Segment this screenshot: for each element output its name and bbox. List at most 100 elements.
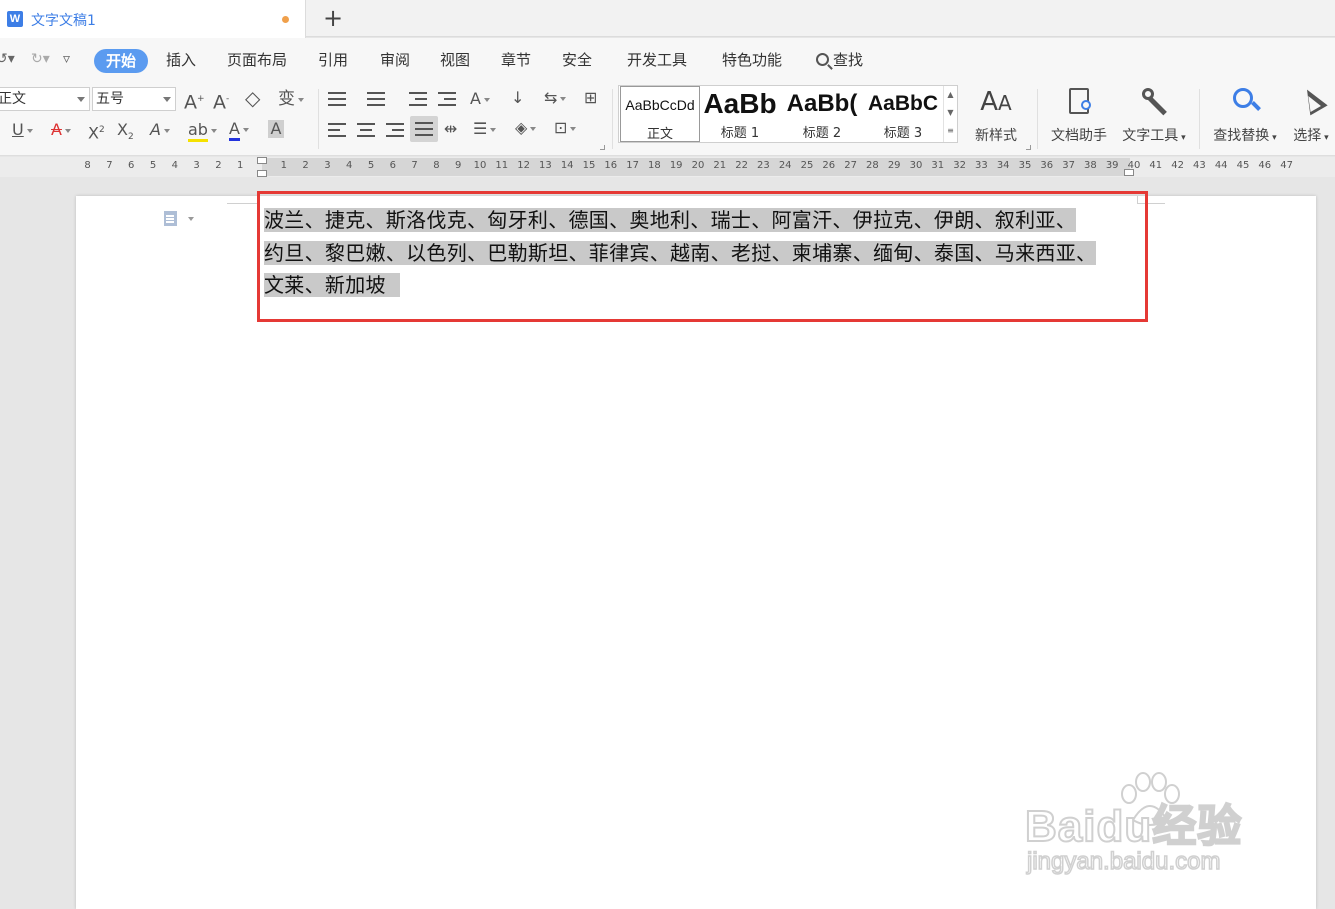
style-normal[interactable]: AaBbCcDd 正文	[620, 86, 700, 142]
font-color-icon[interactable]: A	[229, 119, 249, 141]
ruler-tick-label: 10	[473, 160, 487, 171]
new-style-button[interactable]: AA 新样式	[966, 86, 1026, 145]
ruler-tick-label: 32	[953, 160, 966, 171]
font-name-combo[interactable]: 正文	[0, 87, 90, 111]
superscript-icon[interactable]: X2	[88, 120, 105, 143]
ruler-tick-label: 35	[1018, 160, 1032, 171]
unsaved-dot-icon	[282, 16, 289, 23]
borders-icon[interactable]: ⊡	[554, 118, 578, 138]
wrench-icon	[1138, 86, 1170, 118]
chevron-up-icon[interactable]: ▲	[944, 86, 957, 104]
style-heading-3[interactable]: AaBbC 标题 3	[863, 86, 943, 142]
menu-home[interactable]: 开始	[94, 49, 149, 73]
ruler-tick-label: 3	[193, 160, 200, 171]
menu-chapter[interactable]: 章节	[501, 49, 531, 73]
line-spacing-icon[interactable]: ☰	[473, 119, 497, 139]
distributed-align-icon[interactable]: ⇹	[444, 119, 457, 139]
align-right-icon[interactable]	[386, 123, 404, 137]
ruler-tick-label: 2	[302, 160, 309, 171]
left-indent-marker[interactable]	[257, 170, 267, 177]
fill-color-icon[interactable]: ◈	[515, 118, 537, 138]
font-size-combo[interactable]: 五号	[92, 87, 176, 111]
ruler-tick-label: 41	[1149, 160, 1163, 171]
horizontal-ruler[interactable]: 8 7 6 5 4 3 2 1 1 2 3 4 5 6 7 8 9 10 11 12 13 14 15 16 17 18 19 20 2…	[0, 157, 1335, 177]
style-heading-2[interactable]: AaBb( 标题 2	[782, 86, 862, 142]
new-tab-button[interactable]: +	[318, 5, 348, 33]
align-left-icon[interactable]	[328, 123, 346, 137]
increase-indent-icon[interactable]	[438, 92, 456, 106]
paragraph-layout-icon[interactable]	[164, 211, 194, 227]
justify-button[interactable]	[410, 116, 438, 142]
doc-assistant-button[interactable]: 文档助手	[1046, 86, 1112, 145]
find-replace-button[interactable]: 查找替换 ▾	[1208, 86, 1282, 145]
bullet-list-icon[interactable]	[328, 92, 346, 106]
ruler-tick-label: 16	[604, 160, 618, 171]
gallery-scroller[interactable]: ▲ ▼ ≡	[943, 86, 957, 142]
menu-developer[interactable]: 开发工具	[627, 49, 687, 73]
styles-gallery: AaBbCcDd 正文 AaBb 标题 1 AaBb( 标题 2 AaBbC 标…	[618, 85, 958, 143]
watermark-logo-text: Baidu经验	[1024, 801, 1243, 852]
quick-access-more-icon[interactable]: ▿	[63, 51, 70, 67]
gallery-expand-icon[interactable]: ≡	[944, 122, 957, 140]
numbered-list-icon[interactable]	[367, 92, 385, 106]
menu-special-features[interactable]: 特色功能	[722, 49, 782, 73]
style-heading-1[interactable]: AaBb 标题 1	[700, 86, 780, 142]
decrease-indent-icon[interactable]	[409, 92, 427, 106]
menu-bar: ↺▾ ↻▾ ▿ 开始 插入 页面布局 引用 审阅 视图 章节 安全 开发工具 特…	[0, 38, 1335, 81]
menu-view[interactable]: 视图	[440, 49, 470, 73]
sort-icon[interactable]: ↓	[511, 88, 524, 108]
chevron-down-icon[interactable]: ▼	[944, 104, 957, 122]
character-shading-icon[interactable]: A	[268, 120, 284, 138]
table-layout-icon[interactable]: ⊞	[584, 88, 597, 108]
select-button[interactable]: 选择 ▾	[1288, 84, 1334, 145]
menu-references[interactable]: 引用	[318, 49, 348, 73]
chevron-down-icon	[77, 97, 85, 102]
ruler-tick-label: 43	[1193, 160, 1206, 171]
ruler-tick-label: 28	[866, 160, 879, 171]
redo-icon[interactable]: ↻▾	[31, 51, 50, 67]
first-line-indent-marker[interactable]	[257, 157, 267, 164]
ruler-tick-label: 37	[1062, 160, 1075, 171]
wps-writer-icon: W	[7, 11, 23, 27]
ruler-tick-label: 1	[280, 160, 287, 171]
menu-security[interactable]: 安全	[562, 49, 592, 73]
search-icon	[816, 53, 829, 66]
document-tab[interactable]: W 文字文稿1	[0, 0, 306, 38]
highlight-color-icon[interactable]: ab	[188, 120, 217, 142]
styles-dialog-launcher-icon[interactable]	[1026, 145, 1031, 150]
ruler-tick-label: 1	[237, 160, 244, 171]
ruler-tick-label: 17	[626, 160, 639, 171]
ruler-tick-label: 14	[560, 160, 574, 171]
ruler-tick-label: 38	[1084, 160, 1097, 171]
grow-font-icon[interactable]: A+	[184, 89, 205, 112]
text-direction-icon[interactable]: A	[470, 89, 490, 109]
undo-icon[interactable]: ↺▾	[0, 51, 15, 67]
menu-review[interactable]: 审阅	[380, 49, 410, 73]
align-center-icon[interactable]	[357, 123, 375, 137]
paragraph-spacing-icon[interactable]: ⇆	[544, 88, 568, 108]
text-effect-icon[interactable]: A	[150, 120, 170, 140]
subscript-icon[interactable]: X2	[117, 120, 134, 147]
wps-writer-window: { "tab": { "title": "文字文稿1", "new_tab": …	[0, 0, 1335, 909]
strikethrough-icon[interactable]: A	[51, 120, 71, 140]
ruler-tick-label: 30	[909, 160, 923, 171]
ruler-tick-label: 42	[1171, 160, 1184, 171]
ruler-tick-label: 36	[1040, 160, 1054, 171]
ruler-tick-label: 6	[128, 160, 135, 171]
phonetic-guide-icon[interactable]: 变	[278, 89, 304, 109]
underline-icon[interactable]: U	[12, 120, 33, 140]
menu-search[interactable]: 查找	[816, 49, 863, 73]
shrink-font-icon[interactable]: A-	[213, 89, 229, 112]
menu-insert[interactable]: 插入	[166, 49, 196, 73]
ruler-tick-label: 21	[713, 160, 727, 171]
ruler-tick-label: 7	[411, 160, 418, 171]
text-tools-button[interactable]: 文字工具 ▾	[1118, 86, 1190, 145]
ruler-tick-label: 34	[996, 160, 1010, 171]
baidu-jingyan-watermark: Baidu经验 jingyan.baidu.com	[1024, 772, 1285, 882]
ruler-tick-label: 12	[517, 160, 530, 171]
paragraph-dialog-launcher-icon[interactable]	[600, 145, 605, 150]
menu-page-layout[interactable]: 页面布局	[227, 49, 287, 73]
divider	[612, 89, 613, 149]
clear-format-icon[interactable]: ◇	[245, 88, 260, 108]
ruler-tick-label: 8	[433, 160, 440, 171]
